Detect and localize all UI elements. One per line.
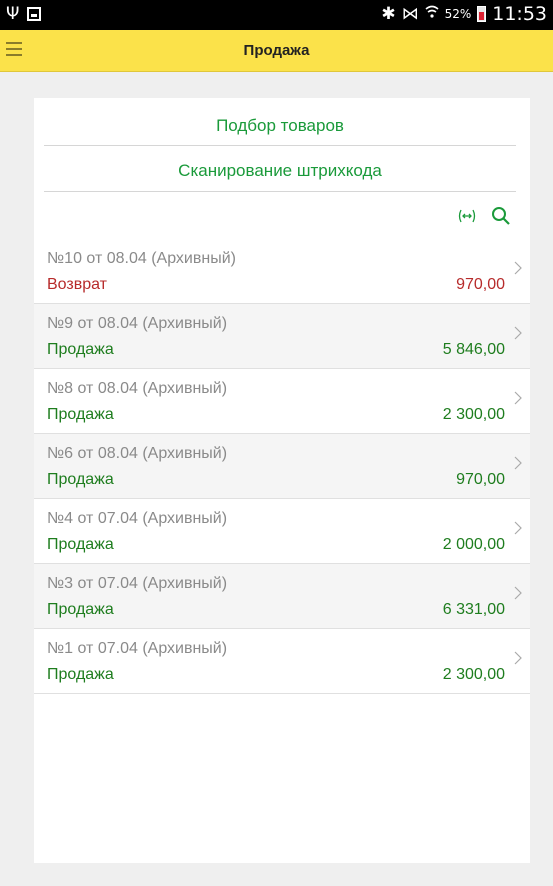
document-title: №6 от 08.04 (Архивный)	[47, 445, 228, 462]
document-type: Продажа	[47, 536, 114, 553]
status-bar: Ψ ✱ ⋈ 52% 11:53	[0, 0, 553, 30]
scan-barcode-button[interactable]: Сканирование штрихкода	[44, 161, 516, 181]
chevron-right-icon	[514, 586, 522, 600]
document-title: №10 от 08.04 (Архивный)	[47, 250, 236, 267]
battery-icon	[477, 6, 487, 22]
document-amount: 970,00	[456, 276, 505, 293]
chevron-right-icon	[514, 261, 522, 275]
search-icon[interactable]	[490, 205, 512, 227]
status-right: ✱ ⋈ 52% 11:53	[381, 3, 547, 25]
document-title: №1 от 07.04 (Архивный)	[47, 640, 228, 657]
document-amount: 5 846,00	[442, 341, 505, 358]
page-title: Продажа	[243, 42, 310, 59]
app-header: Продажа	[0, 30, 553, 72]
chevron-right-icon	[514, 456, 522, 470]
chevron-right-icon	[514, 326, 522, 340]
bluetooth-icon: ✱	[381, 4, 396, 24]
document-amount: 2 300,00	[442, 666, 505, 683]
document-list: №10 от 08.04 (Архивный) Возврат 970,00 №…	[34, 239, 530, 694]
document-title: №9 от 08.04 (Архивный)	[47, 315, 228, 332]
status-left: Ψ	[6, 4, 42, 24]
list-toolbar	[456, 205, 512, 227]
document-type: Продажа	[47, 601, 114, 618]
chevron-right-icon	[514, 391, 522, 405]
document-title: №8 от 08.04 (Архивный)	[47, 380, 228, 397]
document-type: Продажа	[47, 666, 114, 683]
clock: 11:53	[492, 3, 547, 25]
screenshot-icon	[27, 7, 42, 21]
chevron-right-icon	[514, 521, 522, 535]
wifi-icon	[425, 4, 439, 25]
document-title: №4 от 07.04 (Архивный)	[47, 510, 228, 527]
main-card: Подбор товаров Сканирование штрихкода №1…	[34, 98, 530, 863]
list-item[interactable]: №8 от 08.04 (Архивный) Продажа 2 300,00	[34, 369, 530, 434]
list-item[interactable]: №4 от 07.04 (Архивный) Продажа 2 000,00	[34, 499, 530, 564]
document-amount: 2 000,00	[442, 536, 505, 553]
document-title: №3 от 07.04 (Архивный)	[47, 575, 228, 592]
battery-percent: 52%	[444, 7, 472, 21]
list-item[interactable]: №3 от 07.04 (Архивный) Продажа 6 331,00	[34, 564, 530, 629]
pick-goods-button[interactable]: Подбор товаров	[44, 116, 516, 136]
document-amount: 6 331,00	[442, 601, 505, 618]
document-type: Возврат	[47, 276, 107, 293]
divider	[44, 145, 516, 146]
list-item[interactable]: №9 от 08.04 (Архивный) Продажа 5 846,00	[34, 304, 530, 369]
document-amount: 970,00	[456, 471, 505, 488]
usb-icon: Ψ	[6, 4, 20, 24]
mute-icon: ⋈	[401, 4, 419, 24]
document-amount: 2 300,00	[442, 406, 505, 423]
list-item[interactable]: №10 от 08.04 (Архивный) Возврат 970,00	[34, 239, 530, 304]
document-type: Продажа	[47, 471, 114, 488]
expand-width-icon[interactable]	[456, 205, 478, 227]
document-type: Продажа	[47, 406, 114, 423]
divider	[44, 191, 516, 192]
list-item[interactable]: №6 от 08.04 (Архивный) Продажа 970,00	[34, 434, 530, 499]
list-item[interactable]: №1 от 07.04 (Архивный) Продажа 2 300,00	[34, 629, 530, 694]
chevron-right-icon	[514, 651, 522, 665]
document-type: Продажа	[47, 341, 114, 358]
